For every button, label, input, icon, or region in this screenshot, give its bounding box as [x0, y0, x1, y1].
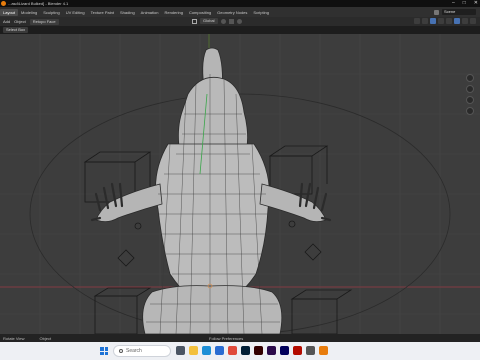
gizmo-toggle-icon[interactable]	[422, 18, 428, 24]
store-icon[interactable]	[215, 346, 224, 355]
status-object: Object	[39, 335, 52, 341]
windows-taskbar: Search	[0, 342, 480, 360]
taskbar-search[interactable]: Search	[113, 345, 171, 357]
edge-icon[interactable]	[202, 346, 211, 355]
windows-start-icon[interactable]	[100, 347, 108, 355]
zoom-icon[interactable]	[466, 74, 474, 82]
tab-rendering[interactable]: Rendering	[161, 9, 185, 16]
status-bar: Rotate View Object Follow Preferences	[0, 334, 480, 342]
status-rotate-view: Rotate View	[3, 335, 25, 341]
tab-uv-editing[interactable]: UV Editing	[63, 9, 88, 16]
lizard-mesh	[90, 47, 332, 334]
snap-icon[interactable]	[228, 18, 234, 24]
rendered-shading-icon[interactable]	[470, 18, 476, 24]
tab-texture-paint[interactable]: Texture Paint	[88, 9, 117, 16]
tab-sculpting[interactable]: Sculpting	[40, 9, 62, 16]
visibility-icon[interactable]	[414, 18, 420, 24]
overlay-shading-tools	[414, 18, 476, 24]
tab-animation[interactable]: Animation	[138, 9, 162, 16]
premiere-icon[interactable]	[267, 346, 276, 355]
window-controls: – □ ✕	[452, 1, 478, 6]
search-placeholder: Search	[126, 348, 142, 354]
status-follow-preferences[interactable]: Follow Preferences	[209, 336, 243, 341]
tab-layout[interactable]: Layout	[0, 8, 19, 16]
tab-shading[interactable]: Shading	[117, 9, 138, 16]
tool-header: Select Box	[0, 26, 480, 34]
scene-selector[interactable]: Scene	[442, 9, 476, 15]
task-view-icon[interactable]	[176, 346, 185, 355]
tab-modeling[interactable]: Modeling	[18, 9, 40, 16]
file-explorer-icon[interactable]	[189, 346, 198, 355]
close-button[interactable]: ✕	[474, 1, 478, 6]
after-effects-icon[interactable]	[280, 346, 289, 355]
chrome-icon[interactable]	[228, 346, 237, 355]
material-shading-icon[interactable]	[462, 18, 468, 24]
maximize-button[interactable]: □	[463, 1, 466, 6]
camera-view-icon[interactable]	[466, 96, 474, 104]
taskbar-apps	[176, 346, 328, 355]
orientation-dropdown[interactable]: Global	[200, 18, 218, 24]
wireframe-shading-icon[interactable]	[446, 18, 452, 24]
search-icon	[119, 349, 123, 353]
zbrush-icon[interactable]	[306, 346, 315, 355]
overlays-icon[interactable]	[430, 18, 436, 24]
tab-compositing[interactable]: Compositing	[186, 9, 214, 16]
xray-icon[interactable]	[438, 18, 444, 24]
scene-controls: Scene	[434, 9, 476, 15]
3d-viewport[interactable]	[0, 34, 480, 334]
acrobat-icon[interactable]	[293, 346, 302, 355]
select-box-tool[interactable]: Select Box	[3, 27, 29, 33]
tab-geometry-nodes[interactable]: Geometry Nodes	[214, 9, 250, 16]
add-menu[interactable]: Add	[3, 19, 10, 24]
object-menu[interactable]: Object	[14, 19, 26, 24]
illustrator-icon[interactable]	[254, 346, 263, 355]
pan-hand-icon[interactable]	[466, 85, 474, 93]
viewport-scene	[0, 34, 480, 334]
workspace-tab-bar: Layout Modeling Sculpting UV Editing Tex…	[0, 7, 480, 17]
photoshop-icon[interactable]	[241, 346, 250, 355]
mode-dropdown[interactable]: Retopo Face	[29, 18, 59, 25]
solid-shading-icon[interactable]	[454, 18, 460, 24]
blender-logo-icon	[1, 1, 6, 6]
title-bar: ...asd\Lizard Bulked] - Blender 4.1 – □ …	[0, 0, 480, 7]
blender-app-icon[interactable]	[319, 346, 328, 355]
transform-orientation-icon	[192, 18, 197, 24]
pivot-icon[interactable]	[220, 18, 226, 24]
viewport-header: Add Object Retopo Face Global	[0, 17, 480, 26]
transform-tools: Global	[192, 18, 242, 24]
scene-icon	[434, 9, 439, 15]
perspective-toggle-icon[interactable]	[466, 107, 474, 115]
tab-scripting[interactable]: Scripting	[250, 9, 272, 16]
proportional-edit-icon[interactable]	[236, 18, 242, 24]
minimize-button[interactable]: –	[452, 1, 455, 6]
window-title: ...asd\Lizard Bulked] - Blender 4.1	[8, 1, 69, 6]
navigation-gizmo	[466, 74, 474, 115]
